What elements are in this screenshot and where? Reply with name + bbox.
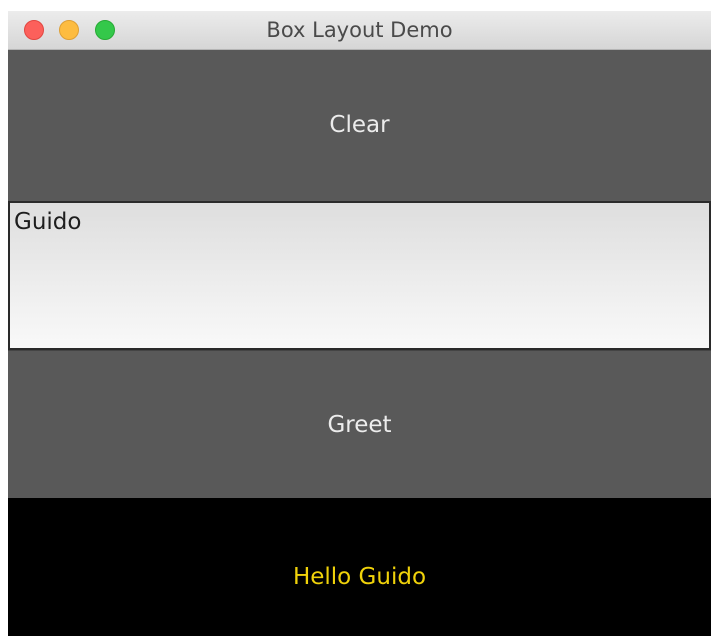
window-title: Box Layout Demo xyxy=(266,18,453,42)
name-input[interactable]: Guido xyxy=(8,201,711,350)
greet-button[interactable]: Greet xyxy=(8,350,711,498)
app-window: Box Layout Demo Clear Guido Greet Hello … xyxy=(8,11,711,636)
title-bar[interactable]: Box Layout Demo xyxy=(8,11,711,50)
clear-button[interactable]: Clear xyxy=(8,50,711,201)
greeting-label: Hello Guido xyxy=(8,498,711,636)
